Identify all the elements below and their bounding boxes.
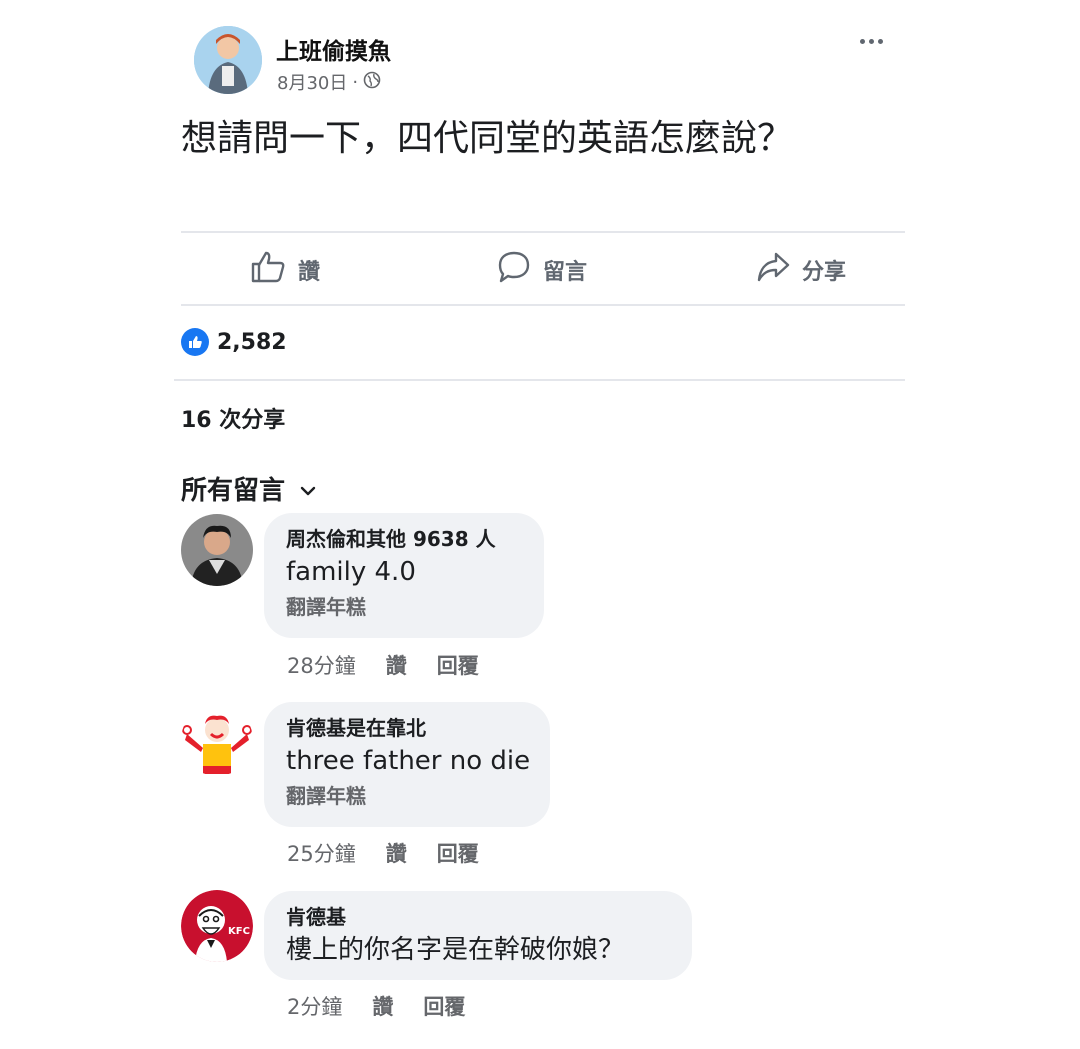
comment-bubble: 周杰倫和其他 9638 人 family 4.0 翻譯年糕: [264, 513, 544, 638]
translate-link[interactable]: 翻譯年糕: [286, 591, 522, 623]
share-arrow-icon: [756, 251, 790, 289]
share-button[interactable]: 分享: [756, 250, 846, 290]
comment-like-button[interactable]: 讚: [372, 991, 393, 1021]
comment-like-button[interactable]: 讚: [386, 838, 407, 868]
comment-text: 樓上的你名字是在幹破你娘？: [286, 935, 625, 965]
comment-label: 留言: [543, 260, 588, 285]
commenter-name[interactable]: 肯德基是在靠北: [286, 714, 528, 742]
comment-reply-button[interactable]: 回覆: [437, 650, 479, 680]
page-name[interactable]: 上班偷摸魚: [276, 32, 391, 66]
post-text: 想請問一下，四代同堂的英語怎麼說？: [181, 118, 794, 159]
comment-time[interactable]: 28分鐘: [287, 650, 356, 680]
comments-filter-dropdown[interactable]: 所有留言: [181, 470, 317, 507]
comment-bubble: 肯德基是在靠北 three father no die 翻譯年糕: [264, 702, 550, 827]
commenter-avatar[interactable]: KFC: [181, 890, 253, 962]
share-label: 分享: [802, 260, 847, 285]
comment-bubble: 肯德基 樓上的你名字是在幹破你娘？: [264, 891, 692, 980]
translate-link[interactable]: 翻譯年糕: [286, 780, 528, 812]
meta-separator: ·: [352, 71, 359, 93]
like-label: 讚: [298, 260, 321, 285]
likes-count: 2,582: [217, 329, 287, 355]
divider: [181, 304, 905, 306]
like-reaction-icon: [181, 328, 209, 356]
comment-like-button[interactable]: 讚: [386, 650, 407, 680]
comment-actions: 25分鐘 讚 回覆: [287, 838, 479, 868]
kfc-logo-text: KFC: [228, 926, 250, 937]
chevron-down-icon: [299, 474, 317, 504]
comment-time[interactable]: 25分鐘: [287, 838, 356, 868]
globe-icon: [363, 71, 381, 94]
post-meta: 8月30日 ·: [277, 69, 381, 95]
dot-icon: [877, 38, 883, 44]
post-date[interactable]: 8月30日: [277, 69, 347, 95]
comment-reply-button[interactable]: 回覆: [423, 991, 465, 1021]
dot-icon: [868, 38, 874, 44]
divider: [181, 231, 905, 233]
comment-reply-button[interactable]: 回覆: [437, 838, 479, 868]
page-avatar[interactable]: [194, 26, 262, 94]
comment-time[interactable]: 2分鐘: [287, 991, 342, 1021]
commenter-avatar[interactable]: [181, 514, 253, 586]
commenter-name[interactable]: 肯德基: [286, 903, 670, 931]
divider: [174, 379, 905, 381]
comment-button[interactable]: 留言: [497, 250, 587, 290]
speech-bubble-icon: [497, 250, 531, 290]
comment-actions: 2分鐘 讚 回覆: [287, 991, 465, 1021]
dot-icon: [859, 38, 865, 44]
comments-filter-label: 所有留言: [181, 476, 286, 506]
comment-text: family 4.0: [286, 557, 416, 587]
comment-text: three father no die: [286, 746, 531, 776]
more-options-button[interactable]: [852, 26, 890, 56]
commenter-name[interactable]: 周杰倫和其他 9638 人: [286, 525, 522, 553]
like-button[interactable]: 讚: [250, 250, 320, 290]
comment-actions: 28分鐘 讚 回覆: [287, 650, 479, 680]
commenter-avatar[interactable]: [181, 704, 253, 776]
shares-count[interactable]: 16 次分享: [181, 402, 285, 434]
thumbs-up-icon: [250, 250, 286, 290]
reactions-summary[interactable]: 2,582: [181, 328, 287, 356]
